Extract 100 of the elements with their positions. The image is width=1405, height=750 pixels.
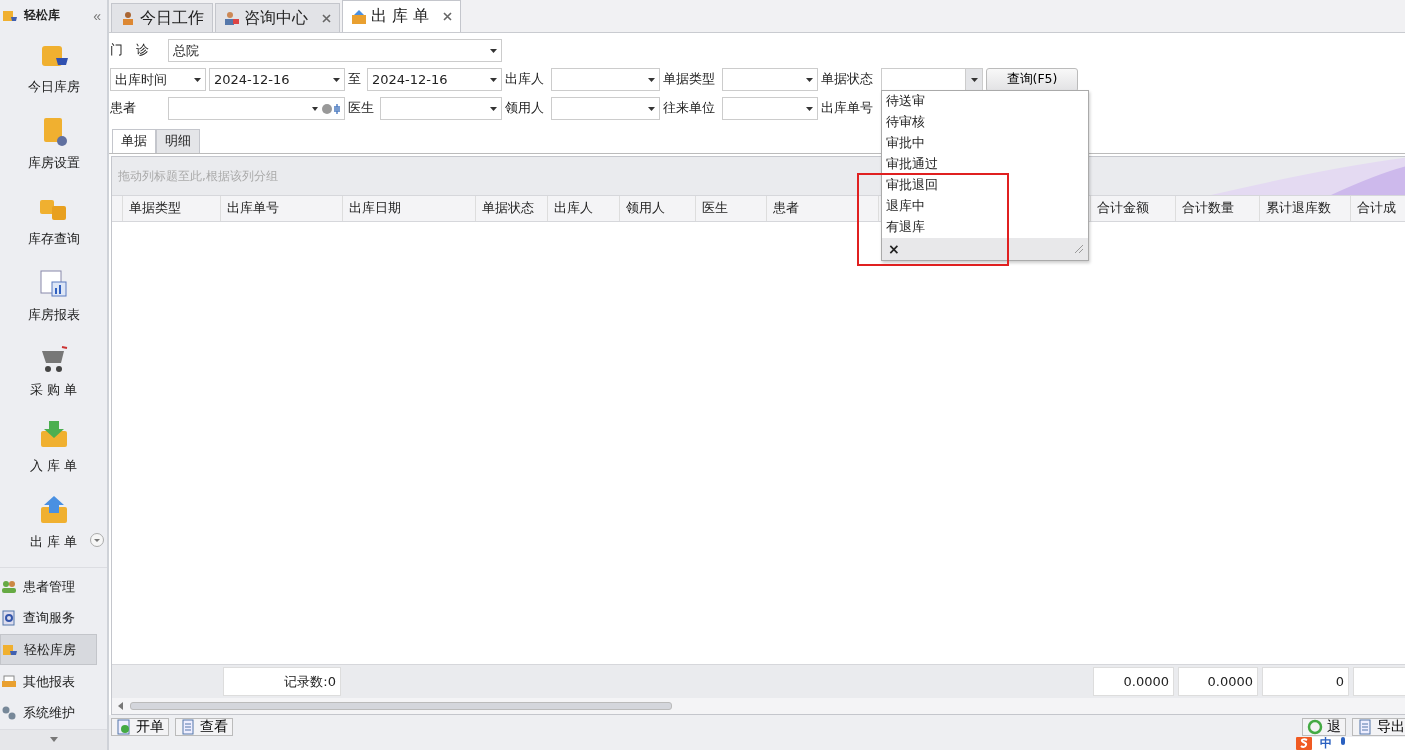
dropdown-item[interactable]: 审批通过 [882, 154, 940, 173]
group-hint: 拖动列标题至此,根据该列分组 [118, 167, 278, 185]
toolbar-button[interactable]: 退 [1302, 718, 1346, 736]
scrollbar-thumb[interactable] [130, 702, 672, 710]
document-icon [180, 719, 196, 735]
document-tab[interactable]: 咨询中心 [215, 3, 340, 32]
caret-icon [333, 77, 340, 82]
column-header[interactable]: 单据类型 [123, 196, 221, 221]
new-doc-icon [116, 719, 132, 735]
field-label: 出库人 [505, 71, 545, 88]
collapse-button[interactable]: « [89, 7, 105, 24]
field-label: 往来单位 [663, 100, 716, 117]
caret-icon [490, 48, 497, 53]
sidebar-item[interactable]: 采 购 单 [0, 335, 107, 412]
sidebar-item[interactable]: 出 库 单 [0, 487, 107, 564]
combo-field[interactable]: 出库时间 [110, 68, 206, 91]
people-icon [1, 578, 17, 595]
dropdown-button[interactable] [965, 69, 982, 90]
caret-icon [806, 106, 813, 111]
combo-field[interactable]: 2024-12-16 [209, 68, 345, 91]
nav-item[interactable]: 患者管理 [0, 572, 97, 602]
combo-field[interactable] [881, 68, 983, 91]
caret-icon [194, 77, 201, 82]
column-header[interactable]: 合计数量 [1176, 196, 1260, 221]
caret-icon [806, 77, 813, 82]
combo-field[interactable] [551, 68, 660, 91]
column-header[interactable]: 出库日期 [343, 196, 476, 221]
dropdown-item[interactable]: 待审核 [882, 112, 927, 131]
combo-field[interactable] [722, 68, 818, 91]
dropdown-item[interactable]: 审批退回 [882, 175, 940, 194]
toolbar-button[interactable]: 查看 [175, 718, 233, 736]
nav-item[interactable]: 其他报表 [0, 667, 97, 697]
dropdown-item[interactable]: 退库中 [882, 196, 927, 215]
caret-icon [490, 77, 497, 82]
envelope-icon [351, 8, 367, 25]
nav-item[interactable]: 轻松库房 [0, 634, 97, 666]
view-tab[interactable]: 明细 [156, 129, 200, 153]
nav-item[interactable]: 查询服务 [0, 603, 97, 633]
field-label: 单据类型 [663, 71, 716, 88]
column-header[interactable]: 合计成 [1351, 196, 1405, 221]
summary-cell: 0.0000 [1093, 667, 1174, 696]
combo-field[interactable] [551, 97, 660, 120]
combo-field[interactable]: 2024-12-16 [367, 68, 502, 91]
clear-button[interactable]: × [888, 241, 900, 257]
expand-icon[interactable] [89, 533, 104, 548]
column-header[interactable]: 出库单号 [221, 196, 343, 221]
dropdown-item[interactable]: 有退库 [882, 217, 927, 236]
summary-cell: 0.0000 [1178, 667, 1258, 696]
toolbar-button[interactable]: 导出 [1352, 718, 1405, 736]
caret-icon [490, 106, 497, 111]
caret-icon [648, 106, 655, 111]
column-header[interactable]: 患者 [767, 196, 879, 221]
column-header[interactable]: 出库人 [548, 196, 620, 221]
field-label: 门 诊 [110, 42, 150, 59]
ime-mode[interactable]: 中 [1320, 737, 1332, 750]
field-label: 出库单号 [821, 100, 874, 117]
search-icon [1, 609, 17, 626]
combo-field[interactable]: 总院 [168, 39, 502, 62]
close-icon[interactable] [443, 12, 453, 21]
caret-icon [970, 77, 978, 82]
combo-field[interactable] [168, 97, 345, 120]
person-icon [120, 10, 136, 26]
resize-grip-icon[interactable] [1074, 244, 1084, 254]
report-icon [37, 267, 70, 300]
column-header[interactable]: 单据状态 [476, 196, 548, 221]
sidebar-item[interactable]: 库房设置 [0, 107, 107, 184]
field-label: 至 [348, 71, 362, 88]
column-header[interactable]: 累计退库数 [1260, 196, 1351, 221]
close-icon[interactable] [322, 13, 331, 23]
sidebar-item[interactable]: 库房报表 [0, 259, 107, 336]
microphone-icon [1340, 737, 1346, 745]
sidebar-title: 轻松库 [24, 7, 60, 25]
refresh-icon [1307, 719, 1323, 735]
field-label: 单据状态 [821, 71, 874, 88]
combo-field[interactable] [722, 97, 818, 120]
view-tab[interactable]: 单据 [112, 129, 156, 153]
sidebar-item[interactable]: 入 库 单 [0, 411, 107, 488]
document-tab[interactable]: 今日工作 [111, 3, 213, 32]
dropdown-item[interactable]: 待送审 [882, 91, 927, 110]
toolbar-button[interactable]: 开单 [111, 718, 169, 736]
combo-field[interactable] [380, 97, 502, 120]
field-label: 领用人 [505, 100, 545, 117]
column-header[interactable]: 领用人 [620, 196, 696, 221]
column-header[interactable]: 合计金额 [1091, 196, 1176, 221]
nav-item[interactable]: 系统维护 [0, 698, 97, 728]
scroll-left-icon[interactable] [118, 702, 124, 710]
field-label: 患者 [110, 100, 137, 117]
column-header[interactable]: 医生 [696, 196, 767, 221]
summary-cell: 0 [1262, 667, 1349, 696]
printer-icon [1, 673, 17, 690]
dropdown-item[interactable]: 审批中 [882, 133, 927, 152]
field-label: 医生 [348, 100, 375, 117]
caret-icon [648, 77, 655, 82]
sidebar-item[interactable]: 今日库房 [0, 31, 107, 108]
document-tab[interactable]: 出 库 单 [342, 0, 462, 32]
query-button[interactable]: 查询(F5) [986, 67, 1078, 92]
caret-icon[interactable] [49, 737, 58, 744]
clear-icon[interactable] [312, 102, 340, 115]
person-card-icon [224, 10, 240, 26]
sidebar-item[interactable]: 库存查询 [0, 183, 107, 260]
